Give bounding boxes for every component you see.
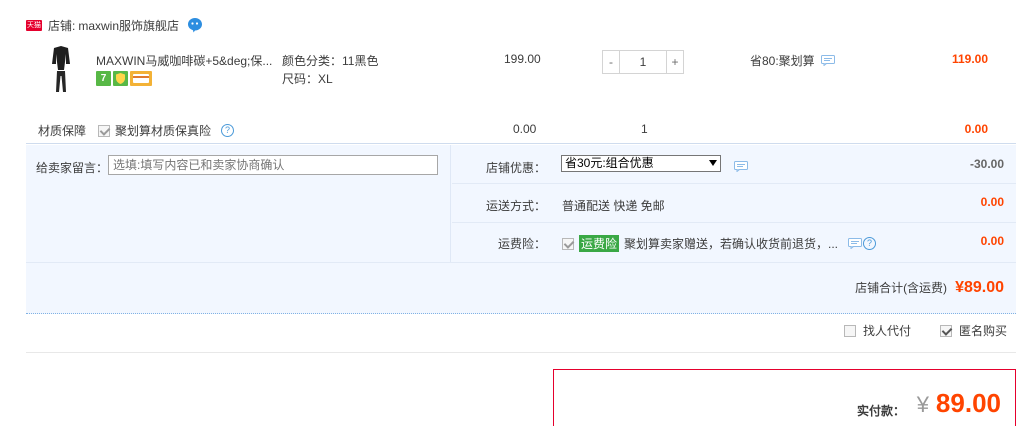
item-subtotal: 119.00 — [951, 52, 988, 66]
store-name-link[interactable]: maxwin服饰旗舰店 — [78, 17, 179, 34]
tmall-badge: 天猫 — [26, 19, 42, 31]
freight-insurance-label: 运费险： — [497, 237, 546, 251]
guarantee-shield-icon[interactable] — [113, 71, 128, 86]
cart-item-row: MAXWIN马威咖啡碳+5&deg;保... 7 颜色分类：11黑色 尺码：XL… — [26, 38, 1016, 114]
chevron-down-icon — [709, 160, 717, 166]
sku-size: 尺码：XL — [282, 72, 333, 86]
coupon-value: -30.00 — [969, 157, 1004, 171]
wangwang-chat-icon[interactable] — [187, 17, 203, 33]
freight-insurance-value: 0.00 — [980, 234, 1004, 248]
insurance-qty: 1 — [641, 122, 648, 136]
store-header: 天猫 店铺: maxwin服饰旗舰店 — [26, 14, 203, 36]
credit-card-icon[interactable] — [130, 71, 152, 86]
order-options-panel: 给卖家留言： 店铺优惠： 省30元:组合优惠 -30.00 运送方式： 普通配送… — [26, 145, 1016, 314]
insurance-price: 0.00 — [513, 122, 537, 136]
coupon-select[interactable]: 省30元:组合优惠 — [561, 155, 721, 172]
discount-text: 省80:聚划算 — [750, 54, 815, 68]
divider — [26, 352, 1016, 353]
product-title-link[interactable]: MAXWIN马威咖啡碳+5&deg;保... — [96, 52, 276, 69]
insurance-label: 材质保障 — [38, 124, 87, 138]
divider — [452, 183, 1016, 184]
sku-color: 颜色分类：11黑色 — [282, 54, 379, 68]
qty-input[interactable]: 1 — [620, 50, 666, 74]
currency-symbol: ¥ — [916, 392, 929, 417]
payment-amount: 89.00 — [935, 388, 1001, 418]
proxy-pay-checkbox[interactable] — [844, 324, 856, 337]
freight-insurance-option: 运费险 聚划算卖家赠送，若确认收货前退货，... ? — [562, 235, 877, 252]
divider — [26, 262, 1016, 263]
help-icon[interactable]: ? — [863, 237, 877, 250]
store-total-value: ¥89.00 — [955, 279, 1004, 296]
memo-cell: 给卖家留言： — [26, 145, 451, 263]
freight-insurance-checkbox[interactable] — [562, 237, 574, 250]
insurance-option: 聚划算材质保真险 ? — [98, 122, 235, 139]
freight-insurance-tag: 运费险 — [579, 235, 620, 252]
qty-increase-button[interactable]: + — [666, 50, 684, 74]
unit-price: 199.00 — [504, 52, 541, 66]
anonymous-option: 匿名购买 — [940, 322, 1007, 339]
store-label: 店铺: — [48, 18, 76, 33]
coupon-message-icon[interactable] — [734, 161, 748, 172]
proxy-pay-label[interactable]: 找人代付 — [863, 322, 911, 339]
insurance-checkbox[interactable] — [98, 124, 110, 137]
service-badges: 7 — [96, 71, 152, 86]
memo-input[interactable] — [108, 155, 438, 175]
shipping-label: 运送方式： — [485, 199, 546, 213]
sku-info: 颜色分类：11黑色 尺码：XL — [282, 52, 378, 88]
freight-insurance-text: 聚划算卖家赠送，若确认收货前退货，... — [624, 237, 839, 251]
quantity-stepper: - 1 + — [602, 50, 684, 74]
store-total-label: 店铺合计(含运费) — [855, 281, 948, 295]
discount-info: 省80:聚划算 — [750, 52, 835, 69]
product-thumbnail[interactable] — [36, 42, 86, 96]
shipping-value: 0.00 — [980, 195, 1004, 209]
message-icon[interactable] — [820, 55, 835, 66]
help-icon[interactable]: ? — [221, 124, 235, 137]
proxy-pay-option: 找人代付 — [844, 322, 911, 339]
insurance-row: 材质保障 聚划算材质保真险 ? 0.00 1 0.00 — [26, 114, 1016, 144]
payment-summary: 实付款： ¥ 89.00 — [553, 369, 1016, 426]
insurance-option-label: 聚划算材质保真险 — [115, 124, 212, 138]
payment-label: 实付款： — [856, 404, 905, 418]
shipping-method: 普通配送 快递 免邮 — [562, 199, 665, 213]
anonymous-label[interactable]: 匿名购买 — [959, 322, 1007, 339]
coupon-selected-value: 省30元:组合优惠 — [565, 156, 654, 170]
memo-label: 给卖家留言： — [36, 161, 109, 175]
divider — [452, 222, 1016, 223]
freight-message-icon[interactable] — [848, 238, 863, 249]
anonymous-checkbox[interactable] — [940, 324, 952, 337]
coupon-label: 店铺优惠： — [485, 161, 546, 175]
qty-decrease-button[interactable]: - — [602, 50, 620, 74]
store-total: 店铺合计(含运费) ¥89.00 — [855, 279, 1004, 297]
insurance-total: 0.00 — [964, 122, 988, 136]
seven-day-return-icon[interactable]: 7 — [96, 71, 111, 86]
